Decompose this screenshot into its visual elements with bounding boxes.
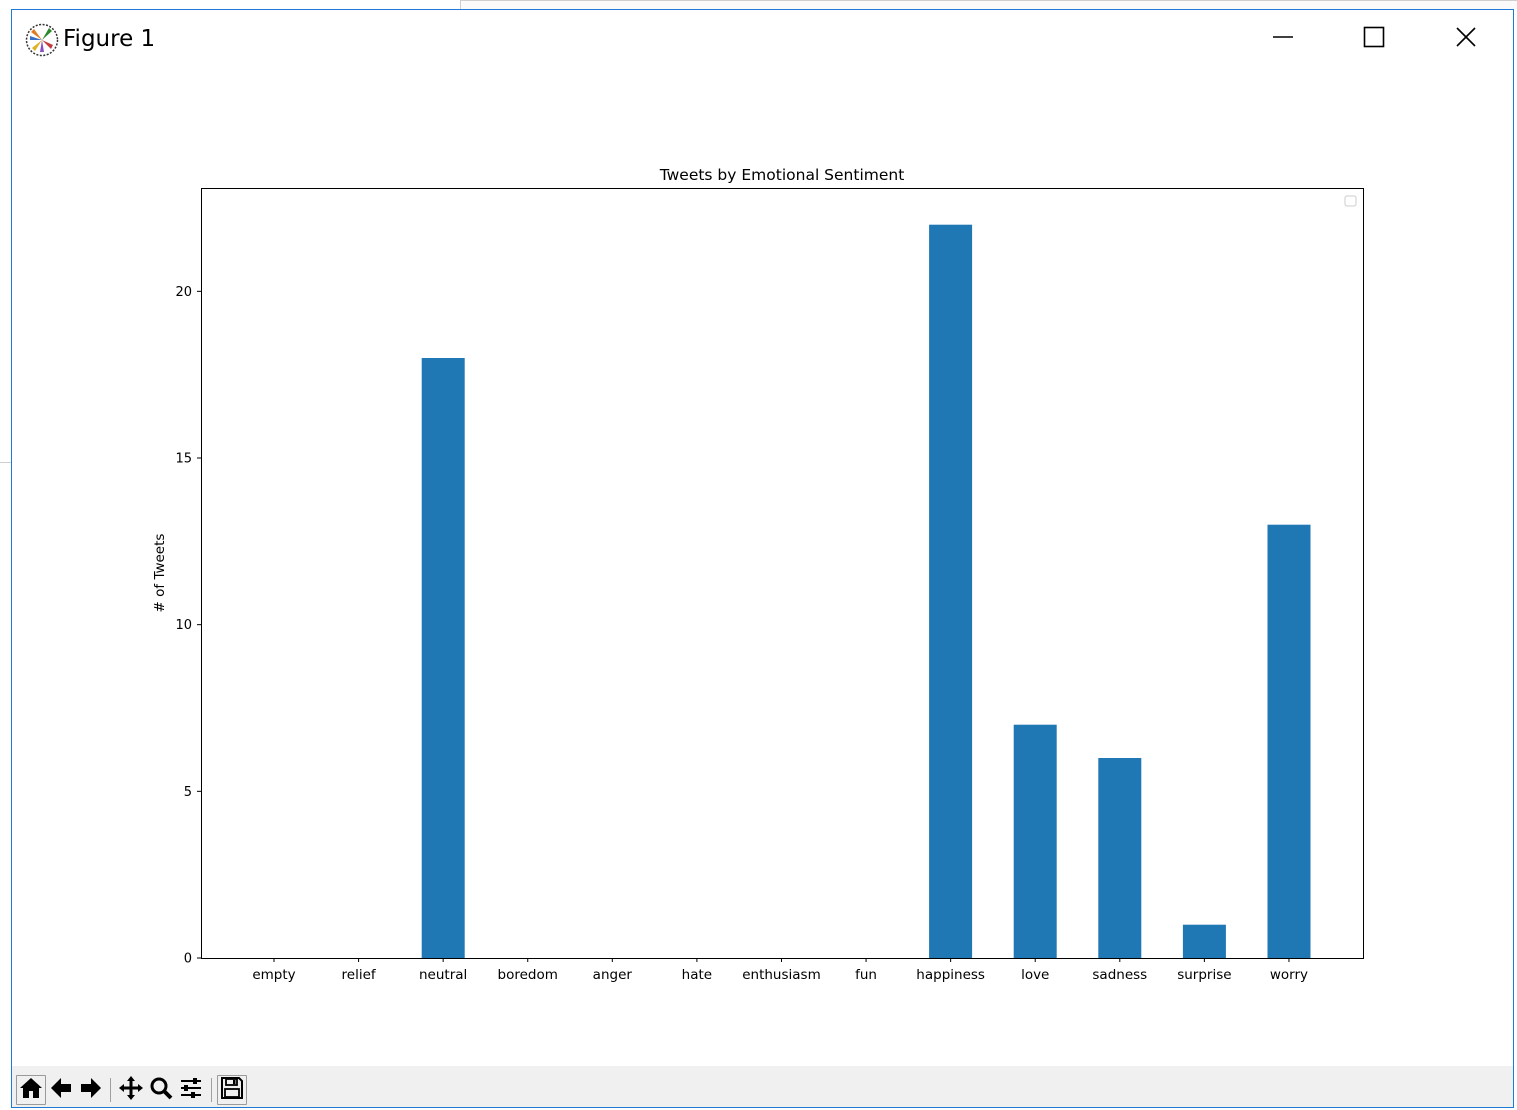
bar-chart: Tweets by Emotional Sentiment 0 5 10 15 20 emp… — [152, 166, 1364, 983]
y-axis-label: # of Tweets — [152, 534, 168, 613]
title-bar[interactable]: Figure 1 — [12, 10, 1513, 70]
bar-neutral — [421, 358, 465, 958]
minimize-button[interactable] — [1237, 10, 1329, 68]
x-tick-label: enthusiasm — [742, 967, 821, 983]
x-tick-label: empty — [252, 967, 295, 983]
back-arrow-icon — [49, 1076, 73, 1104]
bar-love — [1013, 724, 1057, 958]
bar-worry — [1267, 524, 1311, 958]
y-tick-label: 5 — [184, 785, 192, 800]
x-tick-label: sadness — [1092, 967, 1147, 983]
close-button[interactable] — [1420, 10, 1512, 68]
matplotlib-logo-icon — [25, 23, 59, 57]
forward-arrow-icon — [79, 1076, 103, 1104]
plot-frame — [201, 188, 1364, 959]
save-button[interactable] — [218, 1076, 246, 1104]
x-tick-label: happiness — [916, 967, 985, 983]
x-tick-label: fun — [855, 967, 877, 983]
y-tick-label: 15 — [175, 452, 192, 467]
y-tick-label: 0 — [184, 952, 192, 967]
bar-sadness — [1098, 758, 1142, 958]
save-floppy-icon — [220, 1076, 244, 1104]
configure-subplots-button[interactable] — [177, 1076, 205, 1104]
zoom-magnifier-icon — [149, 1076, 173, 1104]
bar-happiness — [929, 224, 973, 958]
figure-canvas[interactable]: Tweets by Emotional Sentiment 0 5 10 15 20 emp… — [12, 70, 1513, 1065]
minimize-icon — [1272, 26, 1294, 52]
toolbar-separator — [110, 1078, 111, 1102]
close-icon — [1455, 26, 1477, 52]
x-tick-label: worry — [1270, 967, 1308, 983]
x-tick-label: relief — [342, 967, 377, 983]
pan-button[interactable] — [117, 1076, 145, 1104]
x-tick-label: neutral — [419, 967, 467, 983]
bar-surprise — [1182, 924, 1226, 958]
zoom-button[interactable] — [147, 1076, 175, 1104]
x-tick-label: surprise — [1177, 967, 1231, 983]
back-button[interactable] — [47, 1076, 75, 1104]
home-icon — [19, 1076, 43, 1104]
x-tick-label: hate — [682, 967, 712, 983]
figure-window: Figure 1 Tweets by Emotional Sentiment 0 5… — [11, 9, 1514, 1108]
chart-title: Tweets by Emotional Sentiment — [659, 166, 905, 184]
maximize-icon — [1363, 26, 1385, 52]
background-window-edge — [460, 0, 1517, 9]
toolbar-separator — [211, 1078, 212, 1102]
home-button[interactable] — [17, 1076, 45, 1104]
legend-box — [1344, 195, 1357, 207]
maximize-button[interactable] — [1328, 10, 1420, 68]
x-tick-label: love — [1021, 967, 1049, 983]
pan-move-icon — [118, 1075, 144, 1105]
y-tick-label: 20 — [175, 285, 192, 300]
navigation-toolbar — [12, 1066, 1513, 1107]
window-title: Figure 1 — [63, 26, 156, 52]
y-tick-label: 10 — [175, 618, 192, 633]
forward-button[interactable] — [77, 1076, 105, 1104]
x-tick-label: boredom — [498, 967, 558, 983]
x-tick-label: anger — [593, 967, 633, 983]
configure-subplots-icon — [179, 1076, 203, 1104]
